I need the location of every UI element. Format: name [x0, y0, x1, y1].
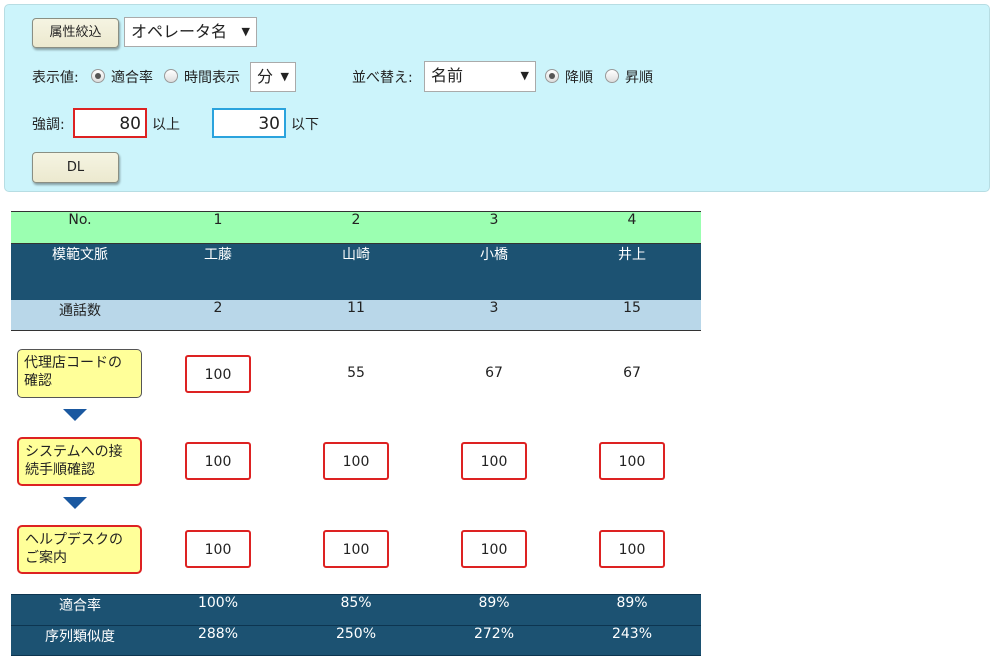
column-number: 2	[351, 212, 361, 228]
operator-table: No. 1 2 3 4 模範文脈 工藤 山崎 小橋 井上 通話数 2 11 3 …	[11, 0, 701, 667]
operator-name[interactable]: 小橋	[425, 244, 563, 264]
call-count: 11	[347, 300, 365, 316]
flow-arrow-down-icon	[63, 409, 87, 421]
step-score-cell: 100	[461, 442, 527, 480]
operator-name[interactable]: 山崎	[287, 244, 425, 264]
context-step-box[interactable]: 代理店コードの確認	[17, 349, 142, 398]
operator-name-row: 模範文脈 工藤 山崎 小橋 井上	[11, 244, 701, 300]
step-score-cell: 67	[485, 365, 503, 381]
number-row: No. 1 2 3 4	[11, 211, 701, 244]
column-number: 3	[489, 212, 499, 228]
step-score-cell: 100	[185, 355, 251, 393]
step-score-cell: 100	[323, 530, 389, 568]
operator-name[interactable]: 井上	[563, 244, 701, 264]
calls-header: 通話数	[59, 303, 101, 319]
column-number: 1	[213, 212, 223, 228]
fit-rate-row: 適合率 100% 85% 89% 89%	[11, 594, 701, 625]
column-number: 4	[627, 212, 637, 228]
fit-rate: 89%	[478, 595, 510, 611]
operator-name[interactable]: 工藤	[149, 244, 287, 264]
order-similarity: 243%	[611, 626, 653, 642]
call-count: 15	[623, 300, 641, 316]
call-count: 2	[213, 300, 223, 316]
flow-arrow-down-icon	[63, 497, 87, 509]
step-score-cell: 67	[623, 365, 641, 381]
fit-rate: 85%	[340, 595, 372, 611]
step-score-cell: 100	[323, 442, 389, 480]
step-score-cell: 55	[347, 365, 365, 381]
fit-rate: 100%	[197, 595, 239, 611]
step-score-cell: 100	[185, 442, 251, 480]
order-similarity: 288%	[197, 626, 239, 642]
call-count-row: 通話数 2 11 3 15	[11, 300, 701, 331]
step-score-cell: 100	[599, 442, 665, 480]
no-header: No.	[68, 212, 92, 228]
step-score-cell: 100	[599, 530, 665, 568]
similarity-header: 序列類似度	[45, 629, 115, 645]
step-score-cell: 100	[185, 530, 251, 568]
call-count: 3	[489, 300, 499, 316]
order-similarity: 250%	[335, 626, 377, 642]
step-score-cell: 100	[461, 530, 527, 568]
context-step-box[interactable]: システムへの接続手順確認	[17, 437, 142, 486]
context-header: 模範文脈	[52, 247, 108, 263]
order-similarity: 272%	[473, 626, 515, 642]
fit-rate-header: 適合率	[59, 598, 101, 614]
fit-rate: 89%	[616, 595, 648, 611]
order-similarity-row: 序列類似度 288% 250% 272% 243%	[11, 625, 701, 656]
context-step-box[interactable]: ヘルプデスクのご案内	[17, 525, 142, 574]
